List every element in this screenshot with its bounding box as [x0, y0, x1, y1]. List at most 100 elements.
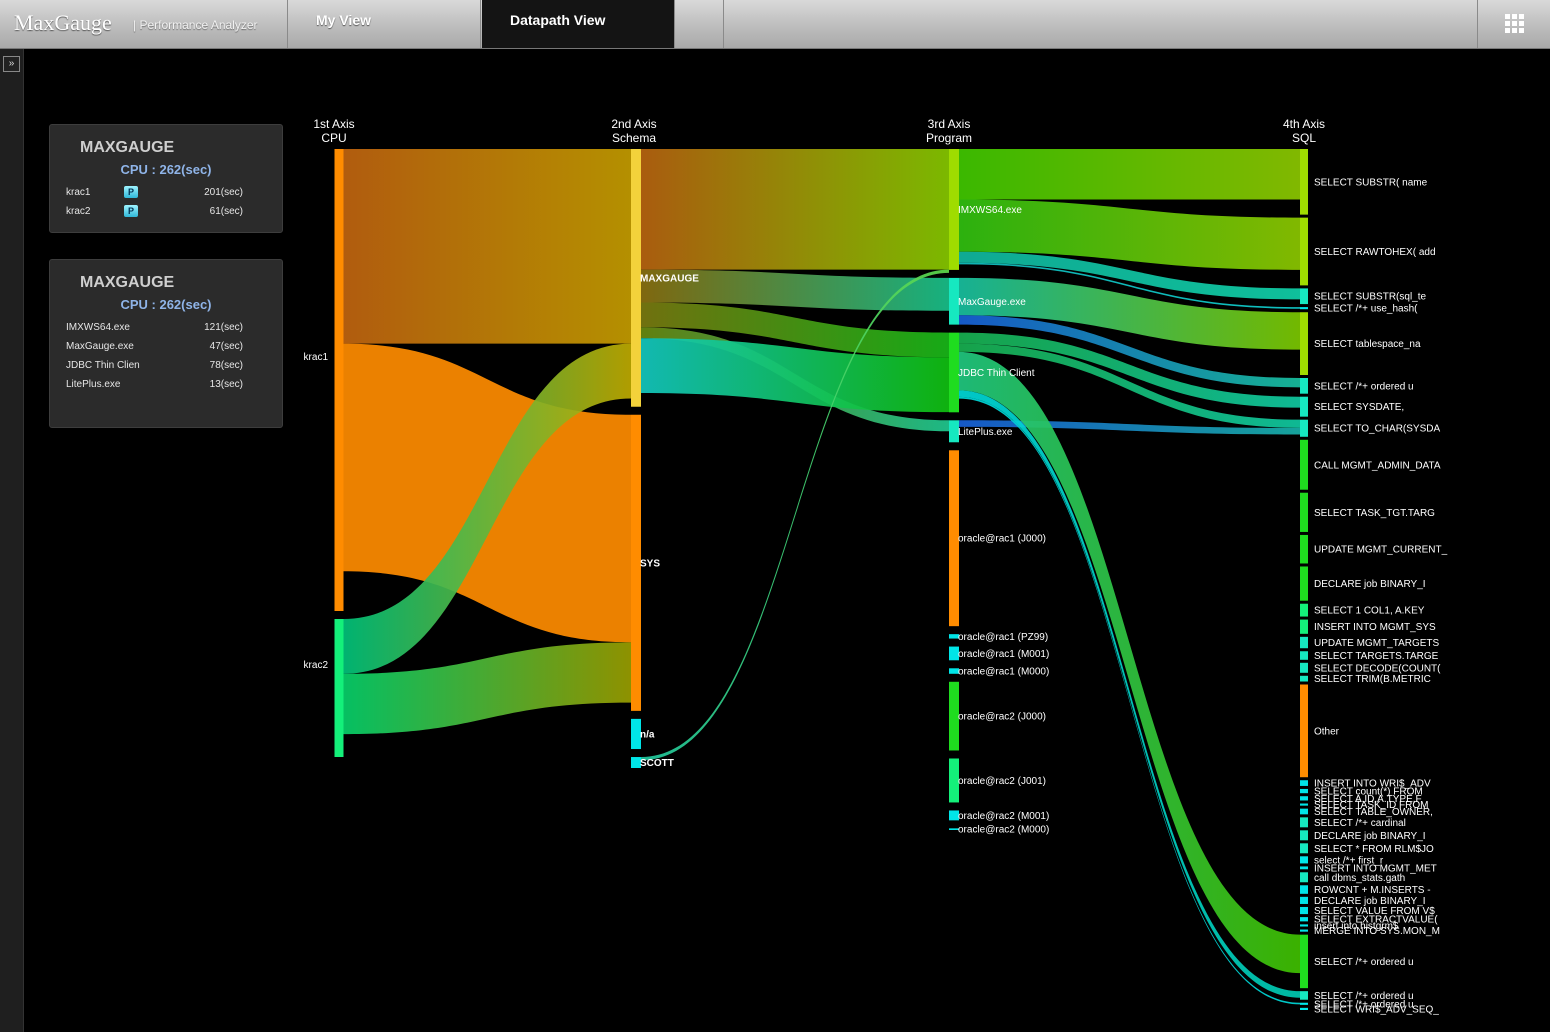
axis-node-bar[interactable] [1300, 924, 1308, 927]
axis-node-bar[interactable] [1300, 1007, 1308, 1010]
axis-node-bar[interactable] [1300, 307, 1308, 310]
flow-ribbon[interactable] [959, 351, 1300, 974]
axis-node-bar[interactable] [1300, 803, 1308, 806]
node-label: SELECT SYSDATE, [1314, 402, 1404, 413]
node-label: JDBC Thin Client [958, 368, 1035, 379]
axis-node-bar[interactable] [1300, 288, 1308, 305]
node-label: SELECT RAWTOHEX( add [1314, 247, 1436, 258]
node-label: MERGE INTO SYS.MON_M [1314, 926, 1440, 937]
node-label: MaxGauge.exe [958, 297, 1026, 308]
axis-node-bar[interactable] [1300, 780, 1308, 786]
axis-node-bar[interactable] [1300, 808, 1308, 815]
axis-node-bar[interactable] [1300, 917, 1308, 922]
node-label: SELECT WRI$_ADV_SEQ_ [1314, 1004, 1439, 1015]
node-label: SYS [640, 558, 660, 569]
axis-title: 4th Axis [1283, 117, 1325, 131]
node-label: SELECT /*+ cardinal [1314, 818, 1406, 829]
node-label: oracle@rac1 (PZ99) [958, 632, 1048, 643]
node-label: n/a [640, 729, 655, 740]
axis-node-bar[interactable] [1300, 906, 1308, 915]
axis-node-bar[interactable] [1300, 991, 1308, 1000]
axis-node-bar[interactable] [1300, 217, 1308, 286]
node-label: call dbms_stats.gath [1314, 873, 1405, 884]
flow-ribbon[interactable] [959, 149, 1300, 200]
node-label: oracle@rac2 (M000) [958, 825, 1049, 836]
axis-node-bar[interactable] [334, 619, 344, 757]
node-label: SELECT TABLE_OWNER, [1314, 807, 1433, 818]
node-label: ROWCNT + M.INSERTS - [1314, 885, 1431, 896]
node-label: krac1 [304, 352, 329, 363]
node-label: SELECT * FROM RLM$JO [1314, 844, 1434, 855]
axis-node-bar[interactable] [1300, 934, 1308, 989]
axis-node-bar[interactable] [1300, 866, 1308, 870]
flow-ribbon[interactable] [959, 390, 1300, 998]
node-label: CALL MGMT_ADMIN_DATA [1314, 460, 1441, 471]
node-label: LitePlus.exe [958, 427, 1013, 438]
node-label: SELECT /*+ ordered u [1314, 381, 1414, 392]
node-label: oracle@rac1 (J000) [958, 534, 1046, 545]
node-label: MAXGAUGE [640, 273, 699, 284]
axis-node-bar[interactable] [1300, 843, 1308, 854]
node-label: oracle@rac1 (M000) [958, 667, 1049, 678]
node-label: SELECT SUBSTR( name [1314, 177, 1428, 188]
axis-node-bar[interactable] [1300, 788, 1308, 794]
axis-title: 1st Axis [313, 117, 354, 131]
node-label: UPDATE MGMT_CURRENT_ [1314, 545, 1448, 556]
axis-node-bar[interactable] [1300, 896, 1308, 904]
node-label: INSERT INTO MGMT_SYS [1314, 622, 1436, 633]
node-label: SELECT TARGETS.TARGE [1314, 651, 1439, 662]
axis-node-bar[interactable] [1300, 603, 1308, 617]
node-label: oracle@rac2 (J000) [958, 712, 1046, 723]
axis-node-bar[interactable] [1300, 651, 1308, 660]
axis-node-bar[interactable] [1300, 1002, 1308, 1005]
axis-node-bar[interactable] [1300, 885, 1308, 894]
axis-node-bar[interactable] [1300, 377, 1308, 394]
node-label: SELECT /*+ ordered u [1314, 957, 1414, 968]
axis-node-bar[interactable] [1300, 830, 1308, 841]
axis-node-bar[interactable] [1300, 566, 1308, 601]
flow-ribbon[interactable] [959, 396, 1300, 1005]
node-label: SELECT tablespace_na [1314, 339, 1421, 350]
axis-title: 2nd Axis [611, 117, 656, 131]
axis-node-bar[interactable] [1300, 872, 1308, 883]
axis-node-bar[interactable] [334, 149, 344, 611]
axis-subtitle: Schema [612, 131, 656, 145]
node-label: UPDATE MGMT_TARGETS [1314, 638, 1440, 649]
node-label: DECLARE job BINARY_I [1314, 831, 1426, 842]
datapath-sankey-chart: 1st AxisCPU 2nd AxisSchema 3rd AxisProgram… [304, 117, 1448, 1015]
node-label: oracle@rac1 (M001) [958, 649, 1049, 660]
axis-node-bar[interactable] [1300, 856, 1308, 864]
axis-node-bar[interactable] [1300, 149, 1308, 215]
axis-subtitle: SQL [1292, 131, 1316, 145]
node-label: SELECT TRIM(B.METRIC [1314, 674, 1431, 685]
node-label: SELECT TO_CHAR(SYSDA [1314, 424, 1440, 435]
axis-subtitle: Program [926, 131, 972, 145]
axis-node-bar[interactable] [1300, 817, 1308, 828]
node-label: IMXWS64.exe [958, 205, 1022, 216]
node-label: oracle@rac2 (M001) [958, 811, 1049, 822]
axis-subtitle: CPU [321, 131, 346, 145]
axis-node-bar[interactable] [1300, 439, 1308, 490]
axis-node-bar[interactable] [1300, 796, 1308, 801]
axis-title: 3rd Axis [928, 117, 971, 131]
axis-node-bar[interactable] [1300, 396, 1308, 417]
axis-node-bar[interactable] [1300, 492, 1308, 532]
node-label: Other [1314, 726, 1340, 737]
axis-node-bar[interactable] [1300, 619, 1308, 634]
flow-ribbon[interactable] [343, 149, 632, 344]
node-label: SELECT DECODE(COUNT( [1314, 663, 1441, 674]
axis-node-bar[interactable] [1300, 419, 1308, 437]
node-label: SELECT TASK_TGT.TARG [1314, 508, 1435, 519]
axis-node-bar[interactable] [1300, 534, 1308, 564]
axis-node-bar[interactable] [1300, 636, 1308, 649]
node-label: oracle@rac2 (J001) [958, 776, 1046, 787]
axis-node-bar[interactable] [1300, 662, 1308, 673]
axis-node-bar[interactable] [1300, 929, 1308, 932]
flow-ribbon[interactable] [641, 149, 949, 270]
axis-node-bar[interactable] [1300, 312, 1308, 375]
node-label: SCOTT [640, 758, 674, 769]
axis-node-bar[interactable] [1300, 684, 1308, 778]
node-label: SELECT SUBSTR(sql_te [1314, 292, 1427, 303]
node-label: SELECT /*+ use_hash( [1314, 304, 1418, 315]
axis-node-bar[interactable] [1300, 675, 1308, 682]
